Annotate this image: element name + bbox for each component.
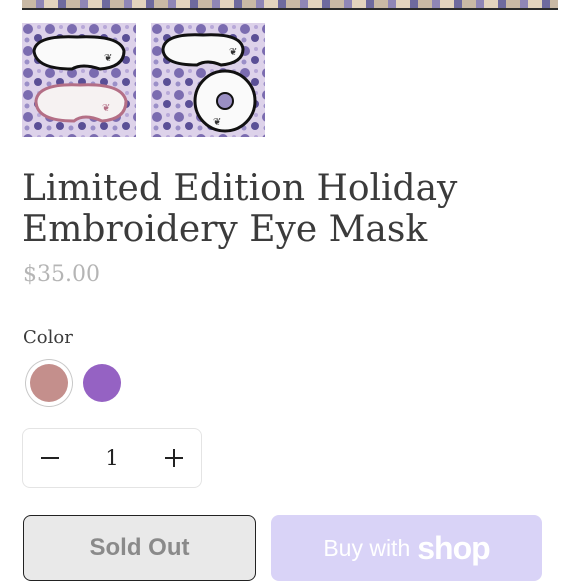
color-swatch-purple[interactable] [79,360,125,406]
thumbnail-2[interactable]: ❦ ❦ [151,23,265,137]
eye-mask-scrunchie-photo-icon: ❦ ❦ [151,23,265,137]
quantity-value[interactable]: 1 [105,446,118,470]
product-title-line-2: Embroidery Eye Mask [22,209,428,250]
color-label: Color [23,327,73,348]
buy-with-label: Buy with [323,534,411,561]
sold-out-button[interactable]: Sold Out [23,515,256,581]
hero-image [22,0,558,10]
color-swatch-pink[interactable] [26,360,72,406]
svg-text:❦: ❦ [229,47,237,58]
quantity-stepper: 1 [22,428,202,488]
plus-icon[interactable] [161,445,187,471]
product-price: $35.00 [23,262,100,287]
product-title: Limited Edition Holiday Embroidery Eye M… [22,168,542,250]
svg-text:❦: ❦ [213,117,221,128]
svg-text:❦: ❦ [102,103,110,114]
shop-logo: shop [417,529,490,566]
color-swatch-fill [30,364,68,402]
color-swatch-fill [83,364,121,402]
buy-with-shop-button[interactable]: Buy with shop [271,515,542,581]
svg-text:❦: ❦ [104,53,112,64]
minus-icon[interactable] [37,445,63,471]
thumbnail-1[interactable]: ❦ ❦ [22,23,136,137]
product-title-line-1: Limited Edition Holiday [22,168,458,209]
eye-mask-pair-photo-icon: ❦ ❦ [22,23,136,137]
